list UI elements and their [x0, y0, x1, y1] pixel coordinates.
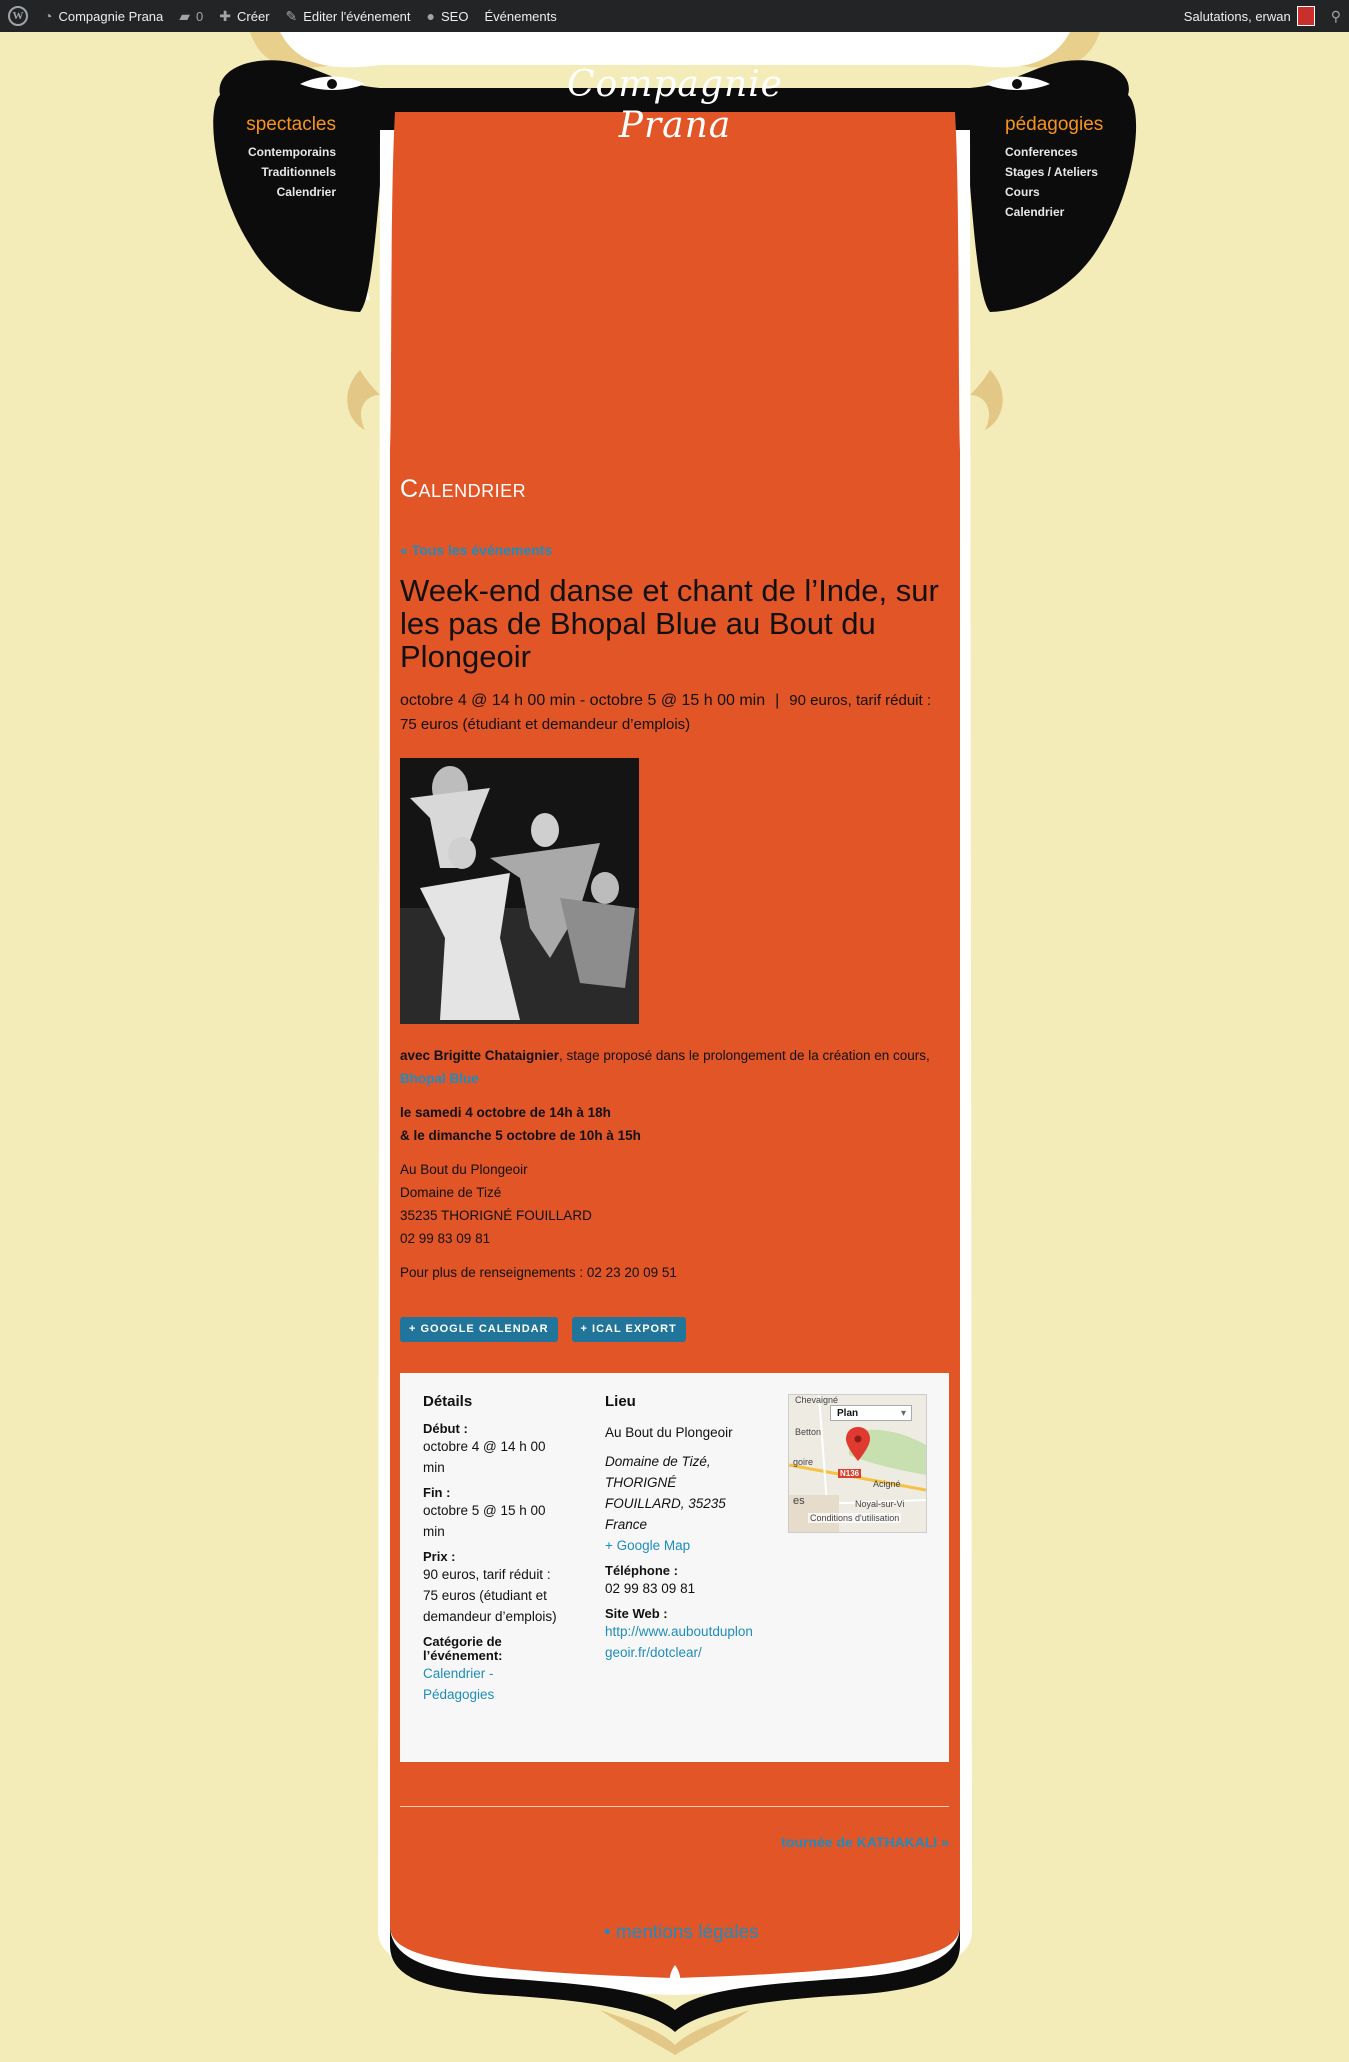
events-button[interactable]: Événements — [476, 0, 564, 32]
seo-label: SEO — [441, 8, 469, 24]
chevron-down-icon: ▾ — [900, 1408, 906, 1419]
comments-count: 0 — [196, 8, 204, 24]
menu-item-conferences[interactable]: Conferences — [1005, 142, 1125, 162]
event-photo — [400, 758, 639, 1024]
venue-name: Au Bout du Plongeoir — [605, 1425, 733, 1440]
menu-item-cours[interactable]: Cours — [1005, 182, 1125, 202]
dashboard-icon: ◔ — [44, 8, 53, 24]
menu-item-calendrier[interactable]: Calendrier — [228, 182, 336, 202]
export-buttons: + Google Calendar + iCal Export — [400, 1317, 950, 1342]
events-label: Événements — [484, 8, 557, 24]
price-label: Prix : — [423, 1549, 456, 1564]
map-type-dropdown[interactable]: Plan ▾ — [830, 1405, 912, 1421]
address-line: Au Bout du Plongeoir — [400, 1162, 528, 1177]
menu-pedagogies-heading[interactable]: pédagogies — [1005, 114, 1125, 136]
intro-text: , stage proposé dans le prolongement de … — [559, 1048, 930, 1063]
event-details-box: Détails Début : octobre 4 @ 14 h 00 min … — [400, 1373, 949, 1762]
top-ornament-light — [280, 32, 1070, 68]
venue-map[interactable]: Plan ▾ Chevaigné Betton goire Acigné Noya… — [788, 1394, 927, 1533]
site-name-button[interactable]: ◔ Compagnie Prana — [36, 0, 171, 32]
menu-spectacles: spectacles Contemporains Traditionnels C… — [228, 114, 336, 202]
search-icon: ⚲ — [1330, 7, 1341, 24]
map-place-label: Noyal-sur-Vi — [855, 1499, 905, 1509]
site-name-label: Compagnie Prana — [58, 8, 164, 24]
map-terms-link[interactable]: Conditions d'utilisation — [808, 1513, 902, 1523]
road-sign: N136 — [838, 1469, 862, 1478]
website-link[interactable]: http://www.auboutduplongeoir.fr/dotclear… — [605, 1621, 755, 1663]
end-value: octobre 5 @ 15 h 00 min — [423, 1503, 546, 1539]
event-date-range: octobre 4 @ 14 h 00 min - octobre 5 @ 15… — [400, 692, 766, 709]
ical-export-button[interactable]: + iCal Export — [571, 1317, 686, 1342]
main-content: Calendrier « Tous les événements Week-en… — [400, 475, 950, 1762]
all-events-link[interactable]: « Tous les événements — [400, 542, 950, 558]
account-button[interactable]: Salutations, erwan — [1176, 0, 1323, 32]
address-line: Domaine de Tizé — [400, 1185, 502, 1200]
divider — [400, 1806, 949, 1807]
seo-status-icon: ● — [426, 8, 435, 24]
plus-icon: ✚ — [219, 7, 232, 24]
website-label: Site Web : — [605, 1606, 668, 1621]
phone-label: Téléphone : — [605, 1563, 678, 1578]
address-line: 35235 THORIGNÉ FOUILLARD — [400, 1208, 592, 1223]
avatar — [1296, 6, 1315, 26]
menu-spectacles-heading[interactable]: spectacles — [228, 114, 336, 136]
seo-button[interactable]: ● SEO — [419, 0, 477, 32]
venue-address: Domaine de Tizé, THORIGNÉ FOUILLARD, 352… — [605, 1454, 726, 1532]
legal-notice-link[interactable]: • mentions légales — [604, 1922, 759, 1944]
venue-heading: Lieu — [605, 1393, 636, 1410]
greeting-label: Salutations, erwan — [1183, 8, 1291, 24]
details-column: Détails Début : octobre 4 @ 14 h 00 min … — [423, 1393, 563, 1705]
edit-event-label: Editer l'événement — [303, 8, 411, 24]
google-map-link[interactable]: + Google Map — [605, 1535, 755, 1556]
schedule-sunday: & le dimanche 5 octobre de 10h à 15h — [400, 1128, 641, 1143]
next-event-link[interactable]: tournée de KATHAKALI » — [781, 1834, 949, 1850]
details-heading: Détails — [423, 1393, 473, 1410]
event-meta: octobre 4 @ 14 h 00 min - octobre 5 @ 15… — [400, 692, 932, 733]
category-label: Catégorie de l’événement: — [423, 1634, 503, 1663]
edit-event-button[interactable]: ✎ Editer l'événement — [278, 0, 419, 32]
left-flourish — [347, 370, 380, 430]
map-place-label: Chevaigné — [795, 1395, 839, 1405]
google-calendar-button[interactable]: + Google Calendar — [400, 1317, 558, 1342]
map-place-label: Acigné — [873, 1479, 901, 1489]
address-phone: 02 99 83 09 81 — [400, 1231, 491, 1246]
info-line: Pour plus de renseignements : 02 23 20 0… — [400, 1265, 677, 1280]
event-title: Week-end danse et chant de l’Inde, sur l… — [400, 573, 939, 674]
event-description: avec Brigitte Chataignier, stage proposé… — [400, 1044, 950, 1284]
phone-value: 02 99 83 09 81 — [605, 1581, 696, 1596]
schedule-saturday: le samedi 4 octobre de 14h à 18h — [400, 1105, 611, 1120]
admin-search-button[interactable]: ⚲ — [1323, 0, 1349, 32]
bhopal-blue-link[interactable]: Bhopal Blue — [400, 1071, 479, 1086]
create-button[interactable]: ✚ Créer — [211, 0, 277, 32]
wordpress-logo-button[interactable]: W — [0, 0, 36, 32]
intro-bold: avec Brigitte Chataignier — [400, 1048, 560, 1063]
menu-item-traditionnels[interactable]: Traditionnels — [228, 162, 336, 182]
menu-item-calendrier-pedagogies[interactable]: Calendrier — [1005, 202, 1125, 222]
comments-button[interactable]: ▰ 0 — [171, 0, 211, 32]
menu-item-contemporains[interactable]: Contemporains — [228, 142, 336, 162]
venue-column: Lieu Au Bout du Plongeoir Domaine de Tiz… — [605, 1393, 755, 1663]
menu-item-stages-ateliers[interactable]: Stages / Ateliers — [1005, 162, 1125, 182]
comment-icon: ▰ — [179, 7, 191, 24]
start-value: octobre 4 @ 14 h 00 min — [423, 1439, 546, 1475]
end-label: Fin : — [423, 1485, 451, 1500]
menu-pedagogies: pédagogies Conferences Stages / Ateliers… — [1005, 114, 1125, 222]
create-label: Créer — [237, 8, 270, 24]
category-link[interactable]: Calendrier - Pédagogies — [423, 1663, 563, 1705]
right-flourish — [970, 370, 1003, 430]
price-value: 90 euros, tarif réduit : 75 euros (étudi… — [423, 1567, 557, 1624]
start-label: Début : — [423, 1421, 468, 1436]
map-place-label: goire — [793, 1457, 814, 1467]
admin-bar: W ◔ Compagnie Prana ▰ 0 ✚ Créer ✎ Editer l'é… — [0, 0, 1349, 32]
page-title: Calendrier — [400, 475, 527, 503]
map-place-label: Betton — [795, 1427, 822, 1437]
map-place-label: es — [793, 1495, 805, 1507]
wordpress-icon: W — [8, 6, 28, 26]
pencil-icon: ✎ — [285, 7, 298, 24]
site-title[interactable]: Compagnie Prana — [553, 64, 797, 146]
dancers-photo — [400, 758, 639, 1024]
